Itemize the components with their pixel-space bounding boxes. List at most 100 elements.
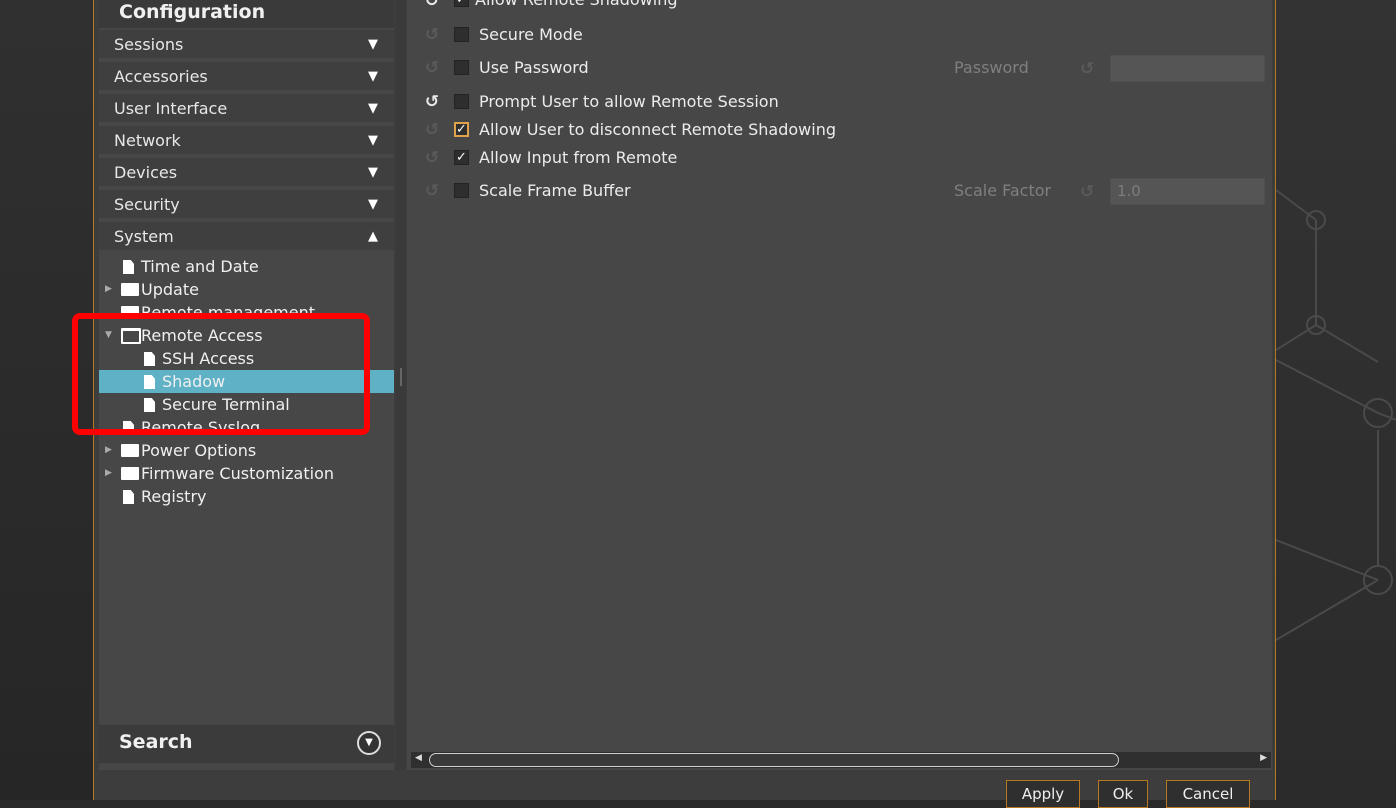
tree-item-label: Remote Syslog (141, 418, 261, 433)
password-field[interactable] (1110, 55, 1265, 82)
collapse-arrow-icon: ▲ (368, 229, 378, 244)
checkbox[interactable]: ✓ (454, 122, 469, 137)
configuration-dialog: Configuration Sessions ▼ Accessories ▼ Use… (93, 0, 1276, 808)
file-icon (144, 375, 155, 389)
category-security[interactable]: Security ▼ (99, 190, 394, 220)
password-label: Password (954, 58, 1029, 77)
category-network[interactable]: Network ▼ (99, 126, 394, 156)
desktop-background-left (0, 0, 93, 800)
folder-icon (121, 306, 139, 313)
tree-item-registry[interactable]: Registry (99, 485, 394, 508)
tree-item-remote-access[interactable]: ▼ Remote Access (99, 324, 394, 347)
setting-label: Scale Frame Buffer (479, 181, 631, 200)
cancel-button[interactable]: Cancel (1166, 780, 1250, 808)
expand-arrow-icon: ▼ (368, 69, 378, 84)
reset-icon[interactable]: ↺ (422, 149, 442, 167)
horizontal-scrollbar[interactable]: ◀ ▶ (411, 752, 1271, 768)
sidebar-title: Configuration (99, 0, 394, 28)
expand-arrow-icon: ▼ (368, 37, 378, 52)
scrollbar-thumb[interactable] (429, 753, 1119, 767)
scale-factor-label: Scale Factor (954, 181, 1052, 200)
tree-item-power-options[interactable]: ▶ Power Options (99, 439, 394, 462)
tree-item-ssh-access[interactable]: SSH Access (99, 347, 394, 370)
category-accessories[interactable]: Accessories ▼ (99, 62, 394, 92)
reset-icon[interactable]: ↺ (422, 26, 442, 44)
category-label: Accessories (114, 67, 208, 86)
checkbox[interactable]: ✓ (454, 150, 469, 165)
setting-row-scale-frame-buffer[interactable]: ↺ Scale Frame Buffer Scale Factor ↺ 1.0 (407, 178, 1272, 206)
setting-label: Allow User to disconnect Remote Shadowin… (479, 120, 836, 139)
tree-item-remote-syslog[interactable]: Remote Syslog (99, 416, 394, 433)
tree-item-label: Firmware Customization (141, 464, 335, 483)
search-label: Search (119, 731, 193, 753)
search-bar[interactable]: Search ▼ (99, 725, 394, 763)
category-label: Sessions (114, 35, 184, 54)
tree-item-remote-management[interactable]: Remote management (99, 301, 394, 313)
expand-arrow-icon: ▼ (368, 197, 378, 212)
file-icon (123, 421, 134, 433)
expand-arrow-icon: ▼ (368, 165, 378, 180)
expand-arrow-icon: ▼ (368, 101, 378, 116)
category-user-interface[interactable]: User Interface ▼ (99, 94, 394, 124)
setting-row-use-password[interactable]: ↺ Use Password Password ↺ (407, 55, 1272, 83)
search-expand-icon[interactable]: ▼ (357, 731, 381, 755)
scale-factor-field[interactable]: 1.0 (1110, 178, 1265, 205)
reset-icon[interactable]: ↺ (422, 0, 442, 10)
setting-label: Prompt User to allow Remote Session (479, 92, 779, 111)
setting-row-secure-mode[interactable]: ↺ Secure Mode (407, 22, 1272, 50)
checkbox[interactable] (454, 60, 469, 75)
setting-row-allow-disconnect[interactable]: ↺ ✓ Allow User to disconnect Remote Shad… (407, 117, 1272, 145)
expand-caret-icon[interactable]: ▶ (105, 278, 112, 301)
reset-icon[interactable]: ↺ (422, 59, 442, 77)
category-sessions[interactable]: Sessions ▼ (99, 30, 394, 60)
checkbox[interactable] (454, 27, 469, 42)
reset-icon[interactable]: ↺ (422, 182, 442, 200)
reset-icon[interactable]: ↺ (422, 93, 442, 111)
reset-icon[interactable]: ↺ (1080, 182, 1094, 202)
tree-item-firmware-customization[interactable]: ▶ Firmware Customization (99, 462, 394, 485)
checkbox[interactable] (454, 183, 469, 198)
dialog-footer: Apply Ok Cancel (94, 770, 1275, 808)
desktop-background-right (1275, 0, 1396, 800)
collapse-caret-icon[interactable]: ▼ (105, 324, 112, 347)
checkbox[interactable] (454, 94, 469, 109)
category-system[interactable]: System ▲ (99, 222, 394, 252)
splitter-grip[interactable] (400, 368, 402, 386)
pane-splitter[interactable] (396, 0, 406, 770)
file-icon (144, 398, 155, 412)
apply-button[interactable]: Apply (1006, 780, 1080, 808)
expand-arrow-icon: ▼ (368, 133, 378, 148)
scroll-right-icon[interactable]: ▶ (1260, 753, 1267, 763)
file-icon (144, 352, 155, 366)
setting-row-allow-input[interactable]: ↺ ✓ Allow Input from Remote (407, 145, 1272, 173)
settings-panel: ↺ ✓ Allow Remote Shadowing ↺ Secure Mode… (407, 0, 1272, 770)
reset-icon[interactable]: ↺ (1080, 59, 1094, 79)
ok-button[interactable]: Ok (1098, 780, 1148, 808)
tree-item-label: Update (141, 280, 199, 299)
tree-item-label: Power Options (141, 441, 257, 460)
setting-label: Allow Input from Remote (479, 148, 678, 167)
tree-item-update[interactable]: ▶ Update (99, 278, 394, 301)
setting-row-prompt-user[interactable]: ↺ Prompt User to allow Remote Session (407, 89, 1272, 117)
reset-icon[interactable]: ↺ (422, 121, 442, 139)
tree-item-label: Remote management (141, 303, 315, 313)
tree-item-label: Secure Terminal (162, 395, 290, 414)
tree-item-time-and-date[interactable]: Time and Date (99, 255, 394, 278)
setting-row-allow-remote-shadowing[interactable]: ↺ ✓ Allow Remote Shadowing (407, 0, 1272, 10)
folder-icon (121, 444, 139, 457)
folder-icon (121, 467, 139, 480)
tree-item-secure-terminal[interactable]: Secure Terminal (99, 393, 394, 416)
scroll-left-icon[interactable]: ◀ (415, 753, 422, 763)
setting-label: Secure Mode (479, 25, 583, 44)
tree-item-label: Shadow (162, 372, 226, 391)
file-icon (123, 490, 134, 504)
checkbox[interactable]: ✓ (454, 0, 469, 7)
setting-label: Use Password (479, 58, 589, 77)
sidebar: Configuration Sessions ▼ Accessories ▼ Use… (99, 0, 394, 770)
folder-icon (121, 283, 139, 296)
tree-item-shadow[interactable]: Shadow (99, 370, 394, 393)
expand-caret-icon[interactable]: ▶ (105, 439, 112, 462)
category-devices[interactable]: Devices ▼ (99, 158, 394, 188)
expand-caret-icon[interactable]: ▶ (105, 462, 112, 485)
category-label: System (114, 227, 174, 246)
